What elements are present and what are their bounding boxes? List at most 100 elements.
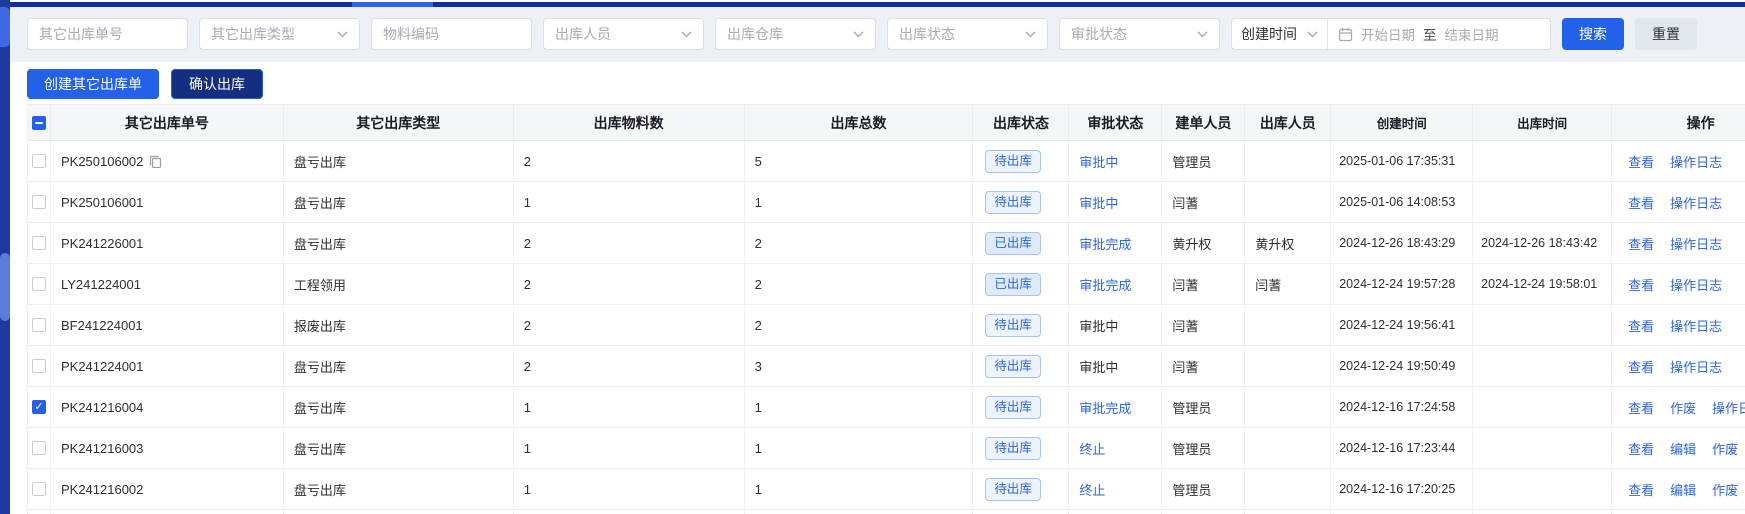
action-edit[interactable]: 编辑: [1670, 480, 1696, 499]
action-void[interactable]: 作废: [1670, 398, 1696, 417]
action-view[interactable]: 查看: [1628, 152, 1654, 171]
status-badge: 待出库: [985, 313, 1041, 337]
outbound-type: 盘亏出库: [283, 428, 514, 469]
table-row: PK250106002 盘亏出库 2 5 待出库 审批中 管理员 2025-01…: [27, 141, 1745, 182]
chevron-down-icon: [1025, 30, 1036, 38]
total-count: 5: [744, 141, 974, 182]
row-actions: 查看 操作日志: [1612, 223, 1745, 264]
copy-icon[interactable]: [149, 155, 162, 168]
row-checkbox[interactable]: [31, 441, 46, 455]
filter-select[interactable]: 出库仓库: [715, 18, 876, 50]
row-actions: 查看作废操作日志: [1612, 387, 1745, 428]
order-number: PK241216004: [60, 399, 144, 415]
action-log[interactable]: 操作日志: [1670, 316, 1722, 335]
filter-select[interactable]: 审批状态: [1059, 18, 1220, 50]
outbound-time: [1473, 141, 1613, 182]
action-log[interactable]: 操作日志: [1670, 275, 1722, 294]
row-checkbox[interactable]: [31, 154, 46, 168]
action-void[interactable]: 作废: [1712, 439, 1738, 458]
order-number: LY241224001: [60, 276, 141, 292]
approval-status-link: 审批中: [1079, 318, 1119, 334]
search-button[interactable]: 搜索: [1562, 18, 1624, 50]
creator-name: 管理员: [1162, 428, 1246, 469]
sidebar-scrollbar-thumb[interactable]: [0, 253, 10, 321]
order-number: PK241224001: [60, 358, 144, 374]
table-body: PK250106002 盘亏出库 2 5 待出库 审批中 管理员 2025-01…: [27, 141, 1745, 514]
table-header-row: 其它出库单号 其它出库类型 出库物料数 出库总数 出库状态 审批状态 建单人员 出库人员 创建时…: [27, 104, 1745, 141]
material-count: 1: [513, 182, 745, 223]
row-actions: 查看编辑作废: [1612, 510, 1745, 514]
row-checkbox[interactable]: [31, 236, 46, 250]
column-header: 建单人员: [1162, 105, 1246, 141]
action-view[interactable]: 查看: [1628, 480, 1654, 499]
row-checkbox[interactable]: ✓: [31, 400, 46, 414]
date-range-separator: 至: [1423, 28, 1437, 43]
sidebar-strip-highlight[interactable]: [0, 7, 10, 47]
action-view[interactable]: 查看: [1628, 275, 1654, 294]
outbound-time: [1473, 387, 1613, 428]
filter-input[interactable]: [371, 18, 532, 50]
chevron-down-icon: [681, 30, 692, 38]
date-range-picker[interactable]: 开始日期 至 结束日期: [1328, 19, 1550, 49]
material-count: 1: [513, 387, 745, 428]
approval-status-link[interactable]: 终止: [1079, 439, 1105, 458]
approval-status-link[interactable]: 终止: [1079, 480, 1105, 499]
time-field-select[interactable]: 创建时间: [1232, 19, 1328, 49]
filter-select[interactable]: 其它出库类型: [199, 18, 360, 50]
column-header: 其它出库单号: [50, 105, 284, 141]
status-badge: 待出库: [985, 436, 1041, 460]
confirm-outbound-button[interactable]: 确认出库: [171, 69, 263, 99]
active-tab-indicator[interactable]: [352, 2, 433, 7]
filter-select[interactable]: 出库人员: [543, 18, 704, 50]
outbound-person: [1245, 428, 1332, 469]
filter-bar: 其它出库类型 出库人员 出库仓库 出库状态 审批状态 创建时间 开始日期: [10, 7, 1745, 62]
filter-select-placeholder: 出库状态: [899, 26, 955, 42]
filter-input-field[interactable]: [383, 26, 520, 42]
outbound-type: 盘亏出库: [283, 223, 514, 264]
row-checkbox[interactable]: [31, 359, 46, 373]
action-log[interactable]: 操作日志: [1670, 234, 1722, 253]
action-view[interactable]: 查看: [1628, 439, 1654, 458]
row-checkbox[interactable]: [31, 318, 46, 332]
action-view[interactable]: 查看: [1628, 234, 1654, 253]
created-time: 2024-12-24 19:56:41: [1331, 305, 1474, 346]
action-log[interactable]: 操作日志: [1670, 357, 1722, 376]
reset-button[interactable]: 重置: [1635, 18, 1697, 50]
action-view[interactable]: 查看: [1628, 398, 1654, 417]
approval-status-link[interactable]: 审批完成: [1079, 398, 1131, 417]
outbound-time: [1473, 346, 1613, 387]
approval-status-link[interactable]: 审批完成: [1079, 275, 1131, 294]
row-actions: 查看编辑作废: [1612, 469, 1745, 510]
filter-select-placeholder: 出库仓库: [727, 26, 783, 42]
filter-select[interactable]: 出库状态: [887, 18, 1048, 50]
approval-status-link[interactable]: 审批中: [1079, 193, 1118, 212]
action-view[interactable]: 查看: [1628, 193, 1654, 212]
row-checkbox[interactable]: [31, 195, 46, 209]
approval-status-link[interactable]: 审批中: [1079, 152, 1118, 171]
material-count: 2: [513, 141, 745, 182]
created-time: 2024-12-26 18:43:29: [1331, 223, 1474, 264]
table-row: PK241224001 盘亏出库 2 3 待出库 审批中 闫蓍 2024-12-…: [27, 346, 1745, 387]
row-checkbox[interactable]: [31, 482, 46, 496]
column-header: 出库时间: [1473, 105, 1613, 141]
filter-input-field[interactable]: [39, 26, 176, 42]
action-log[interactable]: 操作日志: [1670, 152, 1722, 171]
action-void[interactable]: 作废: [1712, 480, 1738, 499]
material-count: 1: [514, 510, 745, 514]
chevron-down-icon: [1197, 30, 1208, 38]
filter-input[interactable]: [27, 18, 188, 50]
outbound-time: [1473, 510, 1613, 514]
row-checkbox[interactable]: [31, 277, 46, 291]
action-edit[interactable]: 编辑: [1670, 439, 1696, 458]
select-all-checkbox[interactable]: [31, 115, 46, 130]
action-log[interactable]: 操作日志: [1712, 398, 1745, 417]
action-log[interactable]: 操作日志: [1670, 193, 1722, 212]
outbound-time: 2024-12-26 18:43:42: [1473, 223, 1613, 264]
action-view[interactable]: 查看: [1628, 357, 1654, 376]
create-outbound-button[interactable]: 创建其它出库单: [27, 69, 159, 99]
action-view[interactable]: 查看: [1628, 316, 1654, 335]
approval-status-link[interactable]: 审批完成: [1079, 234, 1131, 253]
outbound-type: 报废出库: [283, 305, 514, 346]
total-count: 1: [744, 428, 974, 469]
total-count: 1: [745, 510, 974, 514]
